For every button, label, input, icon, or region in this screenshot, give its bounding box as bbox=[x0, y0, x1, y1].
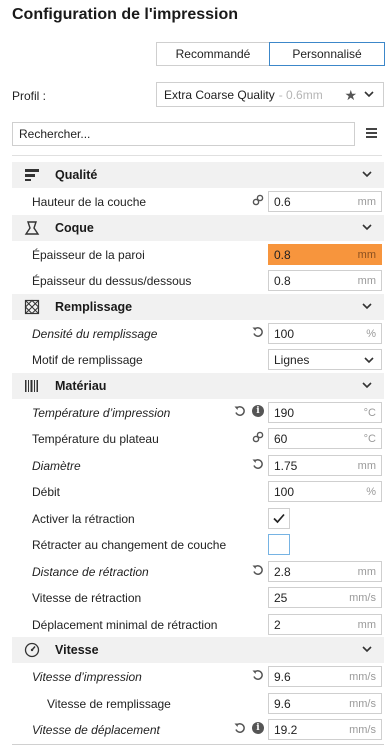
epaisseur-dessus-input[interactable]: 0.8 mm bbox=[268, 270, 382, 291]
chevron-down-icon bbox=[364, 91, 374, 98]
setting-label: Vitesse de déplacement bbox=[32, 723, 160, 737]
info-icon[interactable]: i bbox=[252, 404, 264, 417]
category-materiau[interactable]: Matériau bbox=[12, 372, 384, 399]
setting-label: Température d’impression bbox=[32, 405, 171, 420]
setting-label: Vitesse de rétraction bbox=[32, 591, 142, 605]
retracter-couche-checkbox[interactable] bbox=[268, 534, 290, 555]
profile-name: Extra Coarse Quality bbox=[164, 87, 275, 102]
diametre-input[interactable]: 1.75 mm bbox=[268, 454, 382, 476]
category-qualite[interactable]: Qualité bbox=[12, 162, 384, 188]
setting-motif-remplissage: Motif de remplissage Lignes bbox=[12, 346, 384, 373]
setting-densite-remplissage: Densité du remplissage 100 % bbox=[12, 320, 384, 347]
setting-label: Débit bbox=[32, 485, 61, 499]
setting-label: Rétracter au changement de couche bbox=[32, 538, 227, 552]
setting-label: Déplacement minimal de rétraction bbox=[32, 617, 218, 632]
setting-hauteur-couche: Hauteur de la couche 0.6 mm bbox=[12, 188, 384, 215]
menu-icon[interactable] bbox=[366, 128, 377, 138]
category-label: Vitesse bbox=[55, 643, 99, 657]
chevron-down-icon bbox=[362, 223, 372, 230]
divider bbox=[12, 744, 384, 745]
setting-label: Distance de rétraction bbox=[32, 564, 149, 579]
setting-temp-plateau: Température du plateau 60 °C bbox=[12, 425, 384, 452]
setting-vitesse-deplacement: Vitesse de déplacement i 19.2 mm/s bbox=[12, 716, 384, 743]
reset-icon[interactable] bbox=[252, 458, 264, 470]
setting-label: Vitesse d’impression bbox=[32, 670, 142, 684]
chevron-down-icon bbox=[362, 171, 372, 178]
distance-retraction-input[interactable]: 2.8 mm bbox=[268, 560, 382, 582]
material-icon bbox=[25, 379, 38, 392]
setting-epaisseur-dessus: Épaisseur du dessus/dessous 0.8 mm bbox=[12, 267, 384, 294]
settings-list: Qualité Hauteur de la couche 0.6 mm Coqu… bbox=[12, 162, 384, 743]
reset-icon[interactable] bbox=[234, 722, 246, 734]
setting-label: Épaisseur de la paroi bbox=[32, 247, 145, 262]
category-vitesse[interactable]: Vitesse bbox=[12, 637, 384, 663]
temp-plateau-input[interactable]: 60 °C bbox=[268, 428, 382, 449]
epaisseur-paroi-input[interactable]: 0.8 mm bbox=[268, 243, 382, 265]
quality-icon bbox=[25, 169, 39, 181]
setting-label: Température du plateau bbox=[32, 432, 159, 446]
chevron-down-icon bbox=[364, 357, 374, 364]
info-icon[interactable]: i bbox=[252, 722, 264, 734]
check-icon bbox=[273, 513, 285, 523]
setting-retracter-couche: Rétracter au changement de couche bbox=[12, 531, 384, 558]
vitesse-impression-input[interactable]: 9.6 mm/s bbox=[268, 666, 382, 687]
category-label: Coque bbox=[55, 220, 94, 235]
link-icon[interactable] bbox=[252, 194, 264, 206]
setting-label: Hauteur de la couche bbox=[32, 195, 147, 209]
star-icon[interactable]: ★ bbox=[344, 87, 357, 104]
vitesse-retraction-input[interactable]: 25 mm/s bbox=[268, 587, 382, 608]
setting-label: Vitesse de remplissage bbox=[47, 696, 171, 711]
profile-select[interactable]: Extra Coarse Quality - 0.6mm ★ bbox=[156, 82, 384, 107]
category-remplissage[interactable]: Remplissage bbox=[12, 293, 384, 320]
reset-icon[interactable] bbox=[252, 326, 264, 338]
setting-debit: Débit 100 % bbox=[12, 478, 384, 505]
reset-icon[interactable] bbox=[252, 669, 264, 681]
tab-personnalise[interactable]: Personnalisé bbox=[269, 42, 385, 66]
panel-title: Configuration de l'impression bbox=[12, 6, 239, 23]
setting-temp-impression: Température d’impression i 190 °C bbox=[12, 399, 384, 426]
category-label: Remplissage bbox=[55, 299, 133, 314]
reset-icon[interactable] bbox=[252, 564, 264, 576]
category-label: Qualité bbox=[55, 168, 98, 182]
tab-recommande[interactable]: Recommandé bbox=[156, 42, 270, 66]
chevron-down-icon bbox=[362, 646, 372, 653]
motif-remplissage-select[interactable]: Lignes bbox=[268, 349, 382, 370]
infill-icon bbox=[24, 299, 40, 314]
shell-icon bbox=[24, 220, 40, 235]
setting-label: Diamètre bbox=[32, 458, 81, 473]
setting-label: Épaisseur du dessus/dessous bbox=[32, 274, 192, 288]
setting-vitesse-remplissage: Vitesse de remplissage 9.6 mm/s bbox=[12, 690, 384, 717]
densite-remplissage-input[interactable]: 100 % bbox=[268, 322, 382, 344]
category-label: Matériau bbox=[55, 378, 107, 393]
category-coque[interactable]: Coque bbox=[12, 214, 384, 241]
setting-vitesse-retraction: Vitesse de rétraction 25 mm/s bbox=[12, 584, 384, 611]
profile-detail: - 0.6mm bbox=[278, 87, 323, 102]
vitesse-deplacement-input[interactable]: 19.2 mm/s bbox=[268, 719, 382, 740]
profile-label: Profil : bbox=[12, 89, 47, 103]
setting-distance-retraction: Distance de rétraction 2.8 mm bbox=[12, 558, 384, 585]
hauteur-couche-input[interactable]: 0.6 mm bbox=[268, 191, 382, 212]
vitesse-remplissage-input[interactable]: 9.6 mm/s bbox=[268, 692, 382, 714]
setting-deplacement-min: Déplacement minimal de rétraction 2 mm bbox=[12, 611, 384, 638]
temp-impression-input[interactable]: 190 °C bbox=[268, 401, 382, 423]
activer-retraction-checkbox[interactable] bbox=[268, 507, 290, 529]
divider bbox=[12, 155, 382, 156]
setting-vitesse-impression: Vitesse d’impression 9.6 mm/s bbox=[12, 663, 384, 690]
mode-tabs: Recommandé Personnalisé bbox=[156, 42, 385, 66]
search-input[interactable]: Rechercher... bbox=[12, 122, 355, 146]
chevron-down-icon bbox=[362, 302, 372, 309]
deplacement-min-input[interactable]: 2 mm bbox=[268, 613, 382, 635]
debit-input[interactable]: 100 % bbox=[268, 481, 382, 502]
setting-label: Densité du remplissage bbox=[32, 326, 158, 341]
link-icon[interactable] bbox=[252, 431, 264, 443]
setting-activer-retraction: Activer la rétraction bbox=[12, 505, 384, 532]
setting-label: Activer la rétraction bbox=[32, 511, 135, 526]
reset-icon[interactable] bbox=[234, 405, 246, 417]
chevron-down-icon bbox=[362, 381, 372, 388]
setting-epaisseur-paroi: Épaisseur de la paroi 0.8 mm bbox=[12, 241, 384, 268]
setting-label: Motif de remplissage bbox=[32, 353, 143, 367]
speed-icon bbox=[24, 642, 40, 658]
setting-diametre: Diamètre 1.75 mm bbox=[12, 452, 384, 479]
